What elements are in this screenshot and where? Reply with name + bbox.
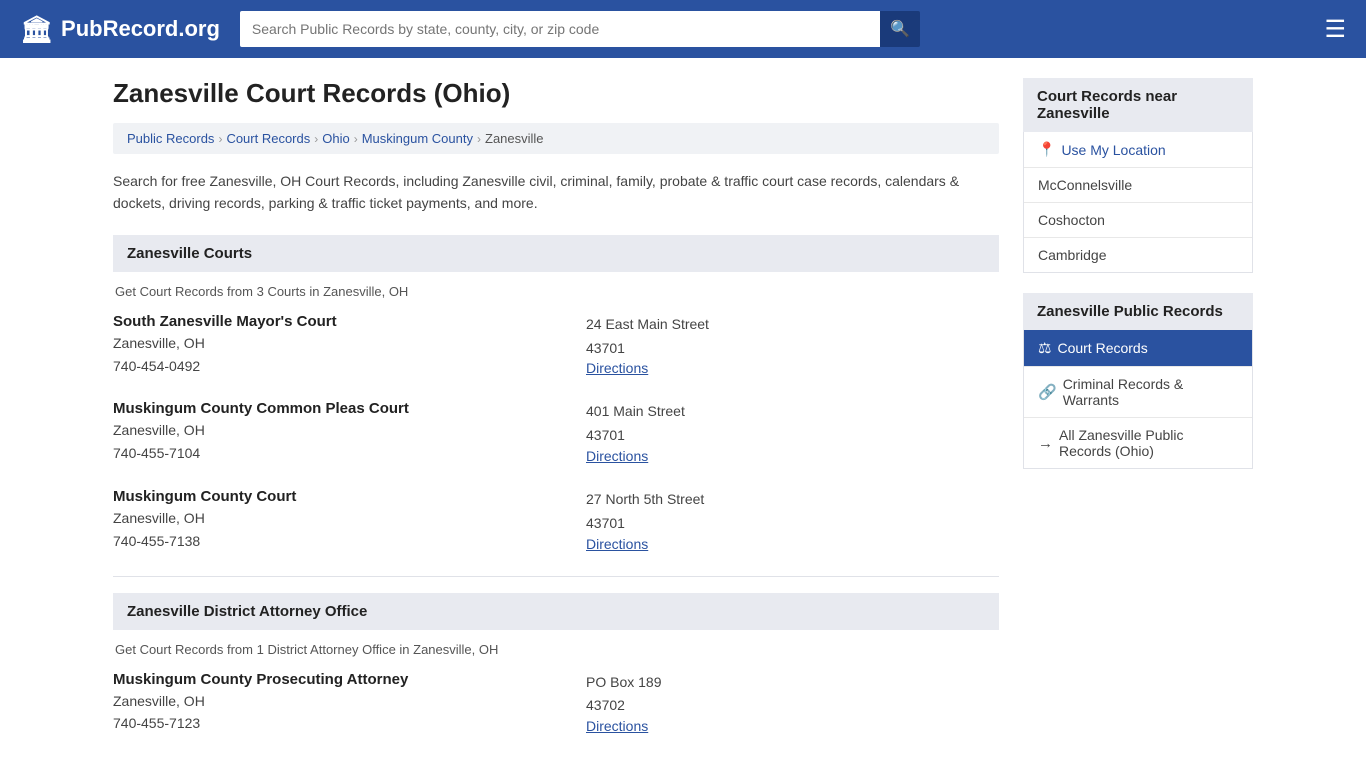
sidebar-all-records-label: All Zanesville Public Records (Ohio) [1059, 427, 1238, 459]
da-1-zip: 43702 [586, 694, 999, 718]
court-1-right: 24 East Main Street 43701 Directions [556, 313, 999, 377]
scales-icon: ⚖ [1038, 339, 1051, 357]
breadcrumb-muskingum[interactable]: Muskingum County [362, 131, 473, 146]
court-3-directions[interactable]: Directions [586, 536, 999, 552]
page-title: Zanesville Court Records (Ohio) [113, 78, 999, 109]
court-1-directions[interactable]: Directions [586, 360, 999, 376]
da-1-address: PO Box 189 [586, 671, 999, 695]
da-1-city: Zanesville, OH [113, 690, 556, 714]
court-3-address: 27 North 5th Street [586, 488, 999, 512]
location-icon: 📍 [1038, 141, 1055, 158]
logo-icon: 🏛 [20, 14, 53, 45]
sidebar-item-court-records[interactable]: ⚖ Court Records [1024, 330, 1252, 367]
sidebar-nearby-coshocton[interactable]: Coshocton [1024, 203, 1252, 238]
breadcrumb: Public Records › Court Records › Ohio › … [113, 123, 999, 154]
sidebar: Court Records near Zanesville 📍 Use My L… [1023, 78, 1253, 758]
site-header: 🏛 PubRecord.org 🔍 ☰ [0, 0, 1366, 58]
court-3-zip: 43701 [586, 512, 999, 536]
logo-text: PubRecord.org [61, 16, 220, 42]
da-1-name: Muskingum County Prosecuting Attorney [113, 671, 556, 688]
court-3-left: Muskingum County Court Zanesville, OH 74… [113, 488, 556, 552]
sidebar-criminal-records-label: Criminal Records & Warrants [1063, 376, 1238, 408]
site-logo[interactable]: 🏛 PubRecord.org [20, 14, 220, 45]
court-1-address: 24 East Main Street [586, 313, 999, 337]
breadcrumb-sep-3: › [354, 132, 358, 146]
court-entry-3: Muskingum County Court Zanesville, OH 74… [113, 488, 999, 556]
court-3-directions-link[interactable]: Directions [586, 536, 648, 552]
court-entry-2: Muskingum County Common Pleas Court Zane… [113, 400, 999, 468]
link-icon: 🔗 [1038, 383, 1057, 401]
breadcrumb-sep-2: › [314, 132, 318, 146]
court-2-directions[interactable]: Directions [586, 448, 999, 464]
page-description: Search for free Zanesville, OH Court Rec… [113, 170, 999, 215]
courts-section-description: Get Court Records from 3 Courts in Zanes… [113, 284, 999, 299]
breadcrumb-ohio[interactable]: Ohio [322, 131, 349, 146]
court-2-name: Muskingum County Common Pleas Court [113, 400, 556, 417]
courts-section-header: Zanesville Courts [113, 235, 999, 272]
sidebar-nearby-cambridge[interactable]: Cambridge [1024, 238, 1252, 272]
sidebar-public-records-heading: Zanesville Public Records [1023, 293, 1253, 330]
court-1-zip: 43701 [586, 337, 999, 361]
sidebar-nearby-section: Court Records near Zanesville 📍 Use My L… [1023, 78, 1253, 273]
page-body: Zanesville Court Records (Ohio) Public R… [93, 58, 1273, 778]
court-2-left: Muskingum County Common Pleas Court Zane… [113, 400, 556, 464]
sidebar-use-location[interactable]: 📍 Use My Location [1024, 132, 1252, 168]
breadcrumb-sep-1: › [218, 132, 222, 146]
court-1-name: South Zanesville Mayor's Court [113, 313, 556, 330]
court-3-city: Zanesville, OH [113, 507, 556, 531]
sidebar-public-records-section: Zanesville Public Records ⚖ Court Record… [1023, 293, 1253, 469]
arrow-icon: → [1038, 435, 1053, 452]
court-2-directions-link[interactable]: Directions [586, 448, 648, 464]
da-1-directions[interactable]: Directions [586, 718, 999, 734]
court-1-city: Zanesville, OH [113, 332, 556, 356]
breadcrumb-sep-4: › [477, 132, 481, 146]
sidebar-nearby-body: 📍 Use My Location McConnelsville Coshoct… [1023, 132, 1253, 273]
search-form: 🔍 [240, 11, 920, 47]
court-2-zip: 43701 [586, 424, 999, 448]
court-2-phone: 740-455-7104 [113, 445, 556, 461]
court-1-directions-link[interactable]: Directions [586, 360, 648, 376]
section-divider [113, 576, 999, 577]
sidebar-public-records-body: ⚖ Court Records 🔗 Criminal Records & War… [1023, 330, 1253, 469]
main-content: Zanesville Court Records (Ohio) Public R… [113, 78, 999, 758]
sidebar-nearby-heading: Court Records near Zanesville [1023, 78, 1253, 132]
court-3-phone: 740-455-7138 [113, 533, 556, 549]
court-2-right: 401 Main Street 43701 Directions [556, 400, 999, 464]
search-button[interactable]: 🔍 [880, 11, 920, 47]
sidebar-item-all-records[interactable]: → All Zanesville Public Records (Ohio) [1024, 418, 1252, 468]
da-entry-1: Muskingum County Prosecuting Attorney Za… [113, 671, 999, 739]
breadcrumb-zanesville: Zanesville [485, 131, 544, 146]
da-1-phone: 740-455-7123 [113, 715, 556, 731]
da-section-header: Zanesville District Attorney Office [113, 593, 999, 630]
sidebar-nearby-mcconnelsville[interactable]: McConnelsville [1024, 168, 1252, 203]
breadcrumb-public-records[interactable]: Public Records [127, 131, 214, 146]
breadcrumb-court-records[interactable]: Court Records [226, 131, 310, 146]
court-2-address: 401 Main Street [586, 400, 999, 424]
da-1-directions-link[interactable]: Directions [586, 718, 648, 734]
nearby-label-1: Coshocton [1038, 212, 1105, 228]
court-entry-1: South Zanesville Mayor's Court Zanesvill… [113, 313, 999, 381]
da-1-left: Muskingum County Prosecuting Attorney Za… [113, 671, 556, 735]
menu-button[interactable]: ☰ [1324, 15, 1346, 44]
da-section-description: Get Court Records from 1 District Attorn… [113, 642, 999, 657]
search-icon: 🔍 [890, 19, 910, 39]
court-2-city: Zanesville, OH [113, 419, 556, 443]
court-1-left: South Zanesville Mayor's Court Zanesvill… [113, 313, 556, 377]
search-input[interactable] [240, 11, 880, 47]
da-1-right: PO Box 189 43702 Directions [556, 671, 999, 735]
sidebar-court-records-label: Court Records [1057, 340, 1147, 356]
nearby-label-0: McConnelsville [1038, 177, 1132, 193]
sidebar-item-criminal-records[interactable]: 🔗 Criminal Records & Warrants [1024, 367, 1252, 418]
use-my-location-label: Use My Location [1061, 142, 1165, 158]
nearby-label-2: Cambridge [1038, 247, 1106, 263]
court-1-phone: 740-454-0492 [113, 358, 556, 374]
court-3-right: 27 North 5th Street 43701 Directions [556, 488, 999, 552]
court-3-name: Muskingum County Court [113, 488, 556, 505]
